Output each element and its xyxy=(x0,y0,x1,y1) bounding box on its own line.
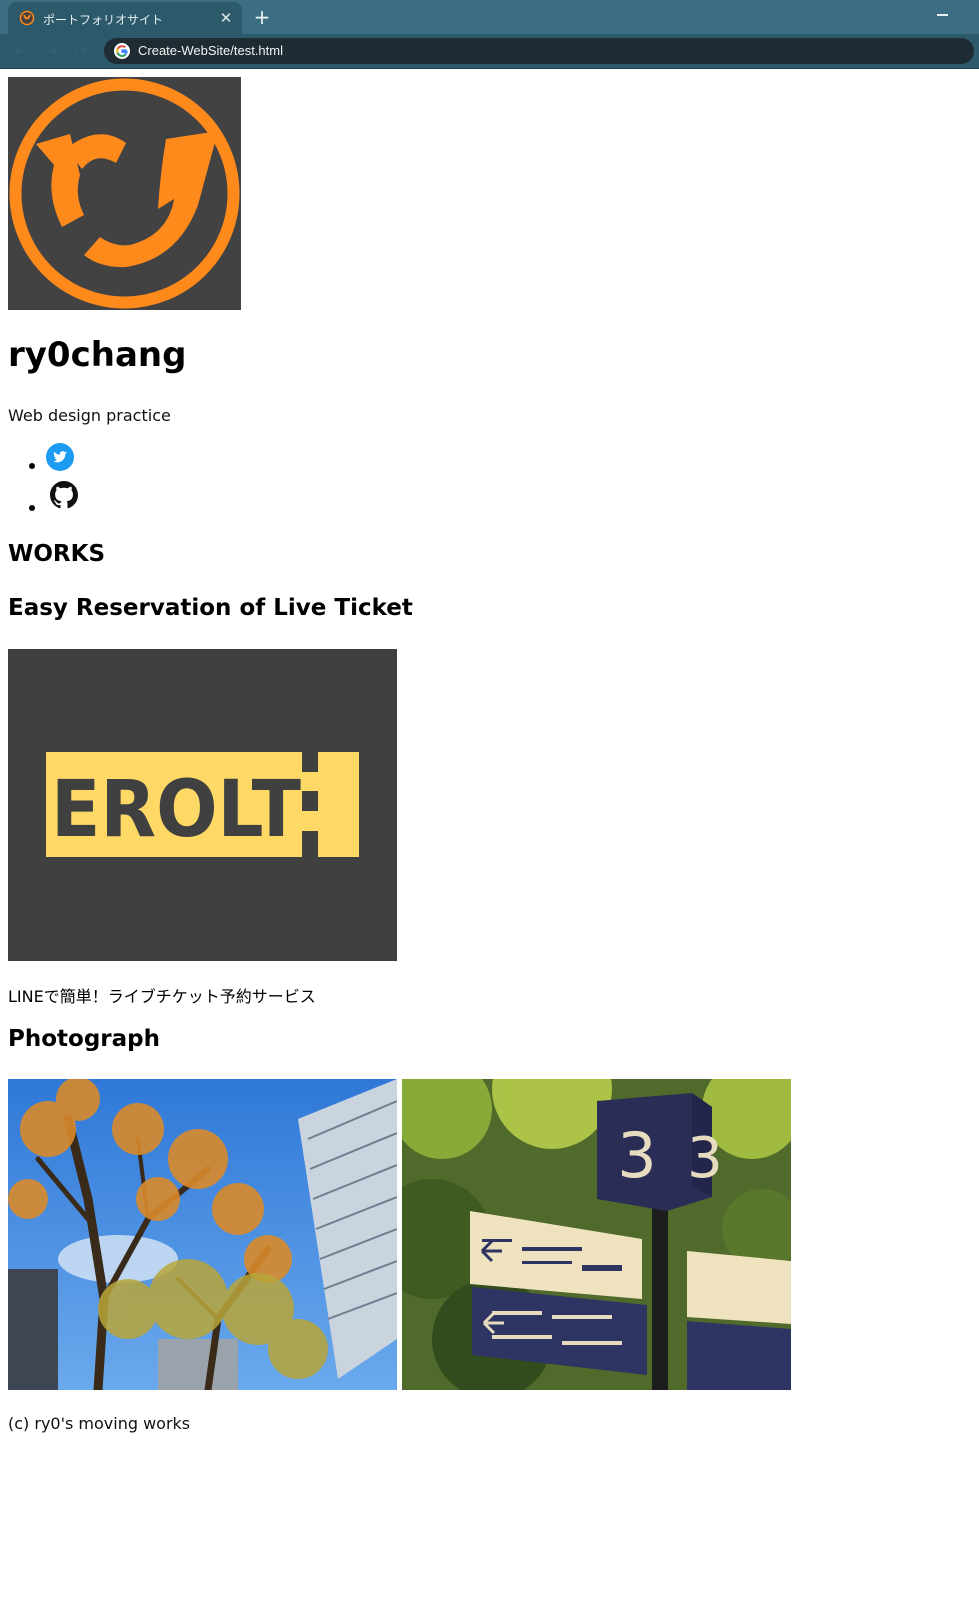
photo-autumn-trees xyxy=(8,1079,397,1390)
browser-tab-strip: ポートフォリオサイト ✕ + xyxy=(0,0,979,34)
new-tab-button[interactable]: + xyxy=(250,5,274,29)
google-icon xyxy=(114,43,130,59)
sign-number-front: 3 xyxy=(617,1119,656,1192)
photo-direction-sign: 3 3 xyxy=(402,1079,791,1390)
twitter-icon[interactable] xyxy=(46,443,74,471)
close-tab-icon[interactable]: ✕ xyxy=(218,10,234,26)
photograph-heading: Photograph xyxy=(8,1026,160,1052)
site-favicon-icon xyxy=(19,10,35,26)
tab-title: ポートフォリオサイト xyxy=(43,13,164,27)
erolt-logo-image: EROLT xyxy=(8,649,397,961)
works-heading: WORKS xyxy=(8,541,106,567)
address-bar[interactable]: Create-WebSite/test.html xyxy=(104,38,974,64)
url-text: Create-WebSite/test.html xyxy=(138,43,283,58)
erolt-logo-text: EROLT xyxy=(51,765,301,855)
list-bullet xyxy=(29,505,35,511)
profile-tagline: Web design practice xyxy=(8,406,171,425)
list-bullet xyxy=(29,463,35,469)
footer-copyright: (c) ry0's moving works xyxy=(8,1414,191,1433)
github-icon[interactable] xyxy=(50,481,78,509)
minimize-window-icon[interactable] xyxy=(935,6,951,22)
social-item-twitter[interactable] xyxy=(8,443,88,477)
browser-toolbar: ← → ⟳ Create-WebSite/test.html xyxy=(0,34,979,69)
forward-arrow-icon[interactable]: → xyxy=(42,42,60,60)
reload-icon[interactable]: ⟳ xyxy=(72,42,90,60)
back-arrow-icon[interactable]: ← xyxy=(12,42,30,60)
site-logo xyxy=(8,77,241,310)
work-description: LINEで簡単！ライブチケット予約サービス xyxy=(8,987,316,1006)
work-title: Easy Reservation of Live Ticket xyxy=(8,595,413,621)
social-item-github[interactable] xyxy=(8,481,88,515)
profile-name: ry0chang xyxy=(8,335,187,375)
sign-number-side: 3 xyxy=(687,1126,723,1191)
browser-tab[interactable]: ポートフォリオサイト ✕ xyxy=(8,2,242,34)
page-content: ry0chang Web design practice WORKS Easy … xyxy=(0,69,979,1611)
